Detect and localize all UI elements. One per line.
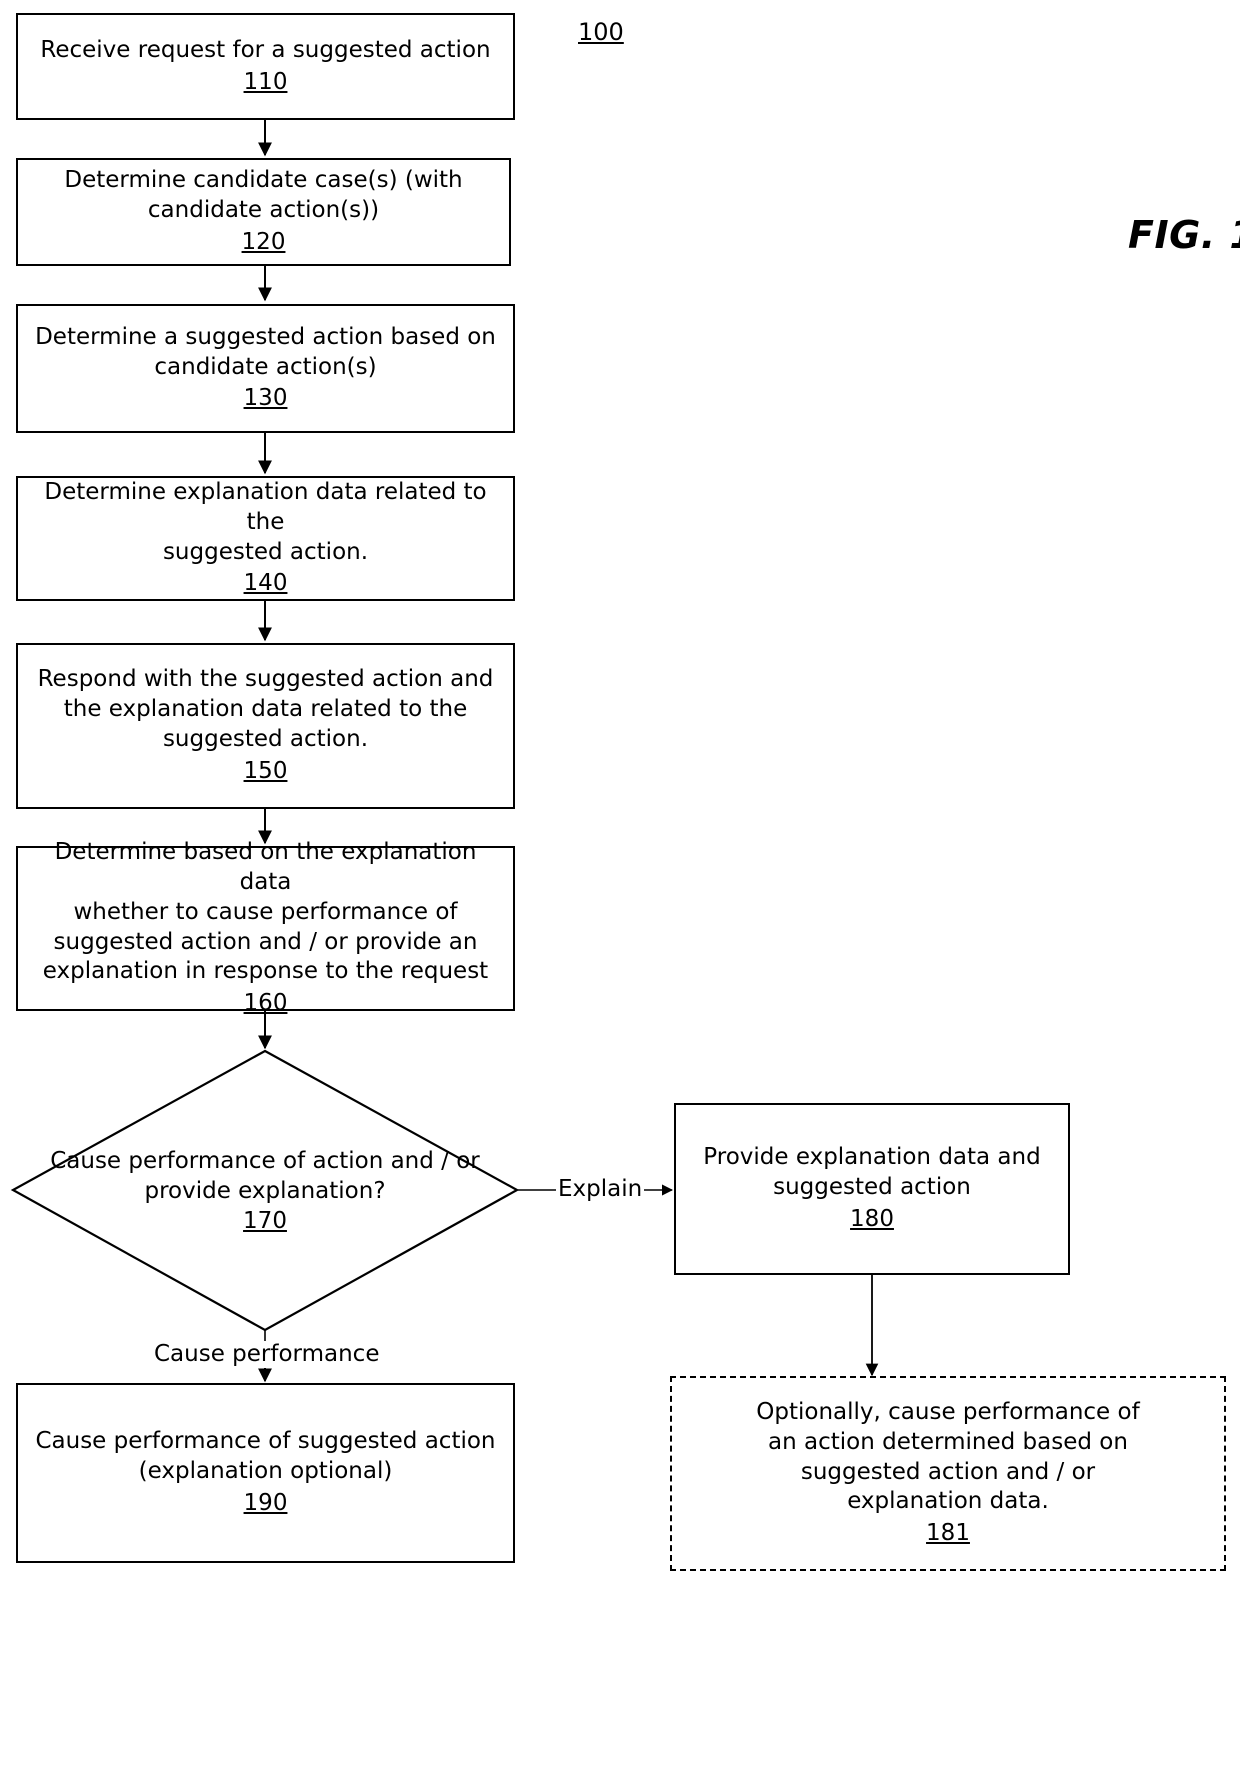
flow-node-120-ref: 120 [241,228,286,255]
flow-node-140-text: Determine explanation data related to th… [44,478,487,565]
flow-node-150-ref: 150 [243,757,288,784]
flow-node-110-ref: 110 [243,68,288,95]
flow-node-140[interactable]: Determine explanation data related to th… [16,476,515,601]
flow-node-140-ref: 140 [243,570,288,597]
edge-label-cause-performance: Cause performance [152,1341,382,1367]
flow-node-190-ref: 190 [243,1489,288,1516]
flow-node-170-text: Cause performance of action and / or pro… [50,1148,480,1204]
flow-node-130-text: Determine a suggested action based on ca… [35,323,496,380]
flow-node-120[interactable]: Determine candidate case(s) (with candid… [16,158,511,266]
figure-canvas: 100 FIG. 1 Receive request for a suggest… [0,0,1240,1782]
flow-node-170[interactable]: Cause performance of action and / or pro… [10,1049,520,1332]
flow-node-181[interactable]: Optionally, cause performance of an acti… [670,1376,1226,1571]
flow-node-130[interactable]: Determine a suggested action based on ca… [16,304,515,433]
flow-node-120-text: Determine candidate case(s) (with candid… [64,167,463,224]
flow-node-180-text: Provide explanation data and suggested a… [703,1144,1041,1201]
flow-node-160-ref: 160 [243,990,288,1017]
flow-node-110[interactable]: Receive request for a suggested action 1… [16,13,515,120]
flow-node-181-ref: 181 [926,1520,970,1547]
flow-node-190-text: Cause performance of suggested action (e… [35,1428,496,1485]
flow-node-170-label: Cause performance of action and / or pro… [12,1147,518,1237]
figure-title: FIG. 1 [1128,213,1240,257]
edge-label-explain: Explain [556,1176,645,1202]
diagram-reference-number: 100 [578,18,624,46]
flow-node-110-text: Receive request for a suggested action [40,36,491,63]
flow-node-180-ref: 180 [850,1205,894,1232]
flow-node-181-text: Optionally, cause performance of an acti… [756,1398,1140,1515]
flow-node-130-ref: 130 [243,385,288,412]
flow-node-160-text: Determine based on the explanation data … [42,838,489,985]
flow-node-160[interactable]: Determine based on the explanation data … [16,839,515,1016]
flow-node-180[interactable]: Provide explanation data and suggested a… [674,1103,1070,1275]
flow-node-190[interactable]: Cause performance of suggested action (e… [16,1383,515,1563]
flow-node-170-ref: 170 [243,1207,287,1234]
flow-node-150[interactable]: Respond with the suggested action and th… [16,643,515,809]
flow-node-150-text: Respond with the suggested action and th… [37,666,494,752]
